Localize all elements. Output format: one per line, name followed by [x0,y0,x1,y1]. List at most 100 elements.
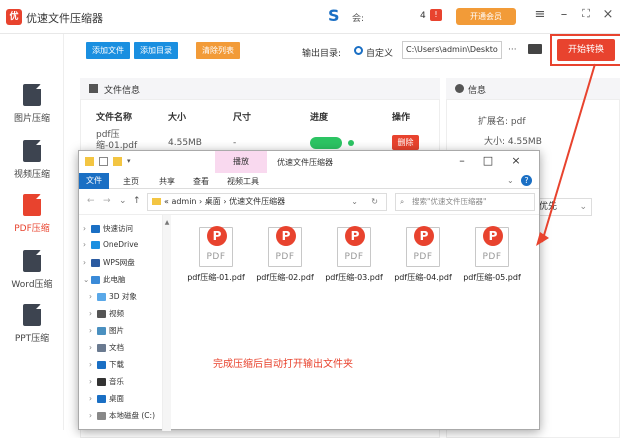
brand-mark-icon: S [328,6,340,25]
back-icon[interactable]: ← [87,196,95,206]
chevron-icon[interactable]: › [83,258,91,267]
pdf-file-item[interactable]: P PDF pdf压缩-05.pdf [459,226,525,307]
help-icon[interactable]: ? [521,175,532,186]
search-input[interactable]: ⌕ 搜索"优速文件压缩器" [395,193,535,211]
nav-item[interactable]: › 图片 [89,325,124,336]
chevron-icon[interactable]: › [83,224,91,233]
address-input[interactable]: « admin › 桌面 › 优速文件压缩器 ⌄ ↻ [147,193,387,211]
row-filename: pdf压缩-01.pdf [96,130,138,151]
notify-badge-icon[interactable]: ! [430,9,442,21]
nav-item[interactable]: › 桌面 [89,393,124,404]
nav-item[interactable]: › 快速访问 [83,223,133,234]
address-dropdown-icon[interactable]: ⌄ [351,194,358,210]
sidebar-item-label: 视频压缩 [13,170,50,180]
chevron-icon[interactable]: › [89,292,97,301]
file-info-title: 文件信息 [104,86,141,96]
chevron-icon[interactable]: › [89,377,97,386]
user-label[interactable]: 会: [352,11,364,24]
explorer-maximize-icon[interactable]: □ [481,154,495,167]
nav-item-icon [91,259,100,267]
pdf-file-icon: P PDF [475,226,509,267]
ribbon-expand-icon[interactable]: ⌄ [507,176,514,185]
output-path-input[interactable]: C:\Users\admin\Deskto [402,41,502,59]
ribbon-tab-file[interactable]: 文件 [79,173,109,189]
nav-item[interactable]: › 文档 [89,342,124,353]
auto-open-note: 完成压缩后自动打开输出文件夹 [213,359,353,370]
pdf-file-item[interactable]: P PDF pdf压缩-03.pdf [321,226,387,307]
sidebar-item-video[interactable]: 视频压缩 [0,134,64,190]
nav-item[interactable]: › WPS网盘 [83,257,135,268]
explorer-minimize-icon[interactable]: – [455,154,469,167]
close-icon[interactable]: × [600,7,616,22]
minimize-icon[interactable]: – [556,7,572,22]
delete-button[interactable]: 删除 [392,135,419,150]
open-folder-icon[interactable] [528,44,542,54]
nav-item[interactable]: › 本地磁盘 (C:) [89,410,155,421]
nav-item-icon [91,225,100,233]
ribbon-tab-home[interactable]: 主页 [123,176,139,187]
col-filename: 文件名称 [96,113,133,123]
chevron-icon[interactable]: › [83,240,91,249]
maximize-icon[interactable]: ⛶ [578,7,594,21]
chevron-icon[interactable]: ⌄ [83,275,91,284]
pdf-word: PDF [275,252,295,262]
scroll-up-icon[interactable]: ▲ [163,219,171,226]
vip-button[interactable]: 开通会员 [456,8,516,25]
explorer-window: ▾ 播放 优速文件压缩器 – □ × 文件 主页 共享 查看 视频工具 ⌄ ? … [78,150,540,431]
ribbon-tab-video-tools[interactable]: 视频工具 [227,176,259,187]
priority-select-value: 优先 [539,202,558,212]
pdf-file-icon [23,194,41,216]
nav-item[interactable]: › 音乐 [89,376,124,387]
pdf-file-item[interactable]: P PDF pdf压缩-04.pdf [390,226,456,307]
play-context-tab[interactable]: 播放 [215,151,267,173]
sidebar-item-label: PPT压缩 [14,334,50,344]
explorer-close-icon[interactable]: × [509,154,523,167]
nav-item[interactable]: › OneDrive [83,240,138,249]
nav-item[interactable]: › 视频 [89,308,124,319]
refresh-icon[interactable]: ↻ [371,194,378,210]
nav-item[interactable]: › 下载 [89,359,124,370]
forward-icon[interactable]: → [103,196,111,206]
sidebar-item-ppt[interactable]: PPT压缩 [0,298,64,354]
start-convert-button[interactable]: 开始转换 [557,39,615,61]
up-icon[interactable]: ↑ [133,196,141,206]
sidebar-item-pdf[interactable]: PDF压缩 [0,188,64,244]
custom-radio[interactable] [354,46,363,55]
add-file-button[interactable]: 添加文件 [86,42,130,59]
progress-toggle [310,137,342,149]
browse-more-button[interactable]: ··· [508,45,517,55]
ribbon-tab-share[interactable]: 共享 [159,176,175,187]
nav-item-label: 文档 [109,343,124,352]
chevron-icon[interactable]: › [89,343,97,352]
pdf-file-item[interactable]: P PDF pdf压缩-01.pdf [183,226,249,307]
recent-dropdown-icon[interactable]: ⌄ [119,196,127,206]
quick-access-dropdown-icon[interactable]: ▾ [127,157,136,166]
col-size: 大小 [168,113,187,123]
output-dir-label: 输出目录: [302,49,342,59]
menu-icon[interactable]: ≡ [532,7,548,22]
chevron-icon[interactable]: › [89,360,97,369]
chevron-icon[interactable]: › [89,326,97,335]
nav-item-icon [97,327,106,335]
chevron-icon[interactable]: › [89,394,97,403]
new-folder-icon[interactable] [113,157,122,166]
toolbar: 添加文件 添加目录 清除列表 输出目录: 自定义 C:\Users\admin\… [72,34,620,70]
add-dir-button[interactable]: 添加目录 [134,42,178,59]
clear-list-button[interactable]: 清除列表 [196,42,240,59]
ppt-file-icon [23,304,41,326]
pdf-file-item[interactable]: P PDF pdf压缩-02.pdf [252,226,318,307]
nav-scrollbar[interactable]: ▲ [163,215,171,431]
sidebar-item-image[interactable]: 图片压缩 [0,78,64,134]
ribbon-tab-view[interactable]: 查看 [193,176,209,187]
sidebar-item-word[interactable]: Word压缩 [0,244,64,300]
priority-select[interactable]: 优先 ⌄ [536,198,592,216]
pdf-badge: P [207,226,227,246]
custom-radio-label[interactable]: 自定义 [366,46,393,59]
nav-item[interactable]: ⌄ 此电脑 [83,274,126,285]
chevron-icon[interactable]: › [89,309,97,318]
nav-item[interactable]: › 3D 对象 [89,291,137,302]
pdf-word: PDF [413,252,433,262]
properties-icon[interactable] [99,157,108,166]
explorer-ribbon: 文件 主页 共享 查看 视频工具 ⌄ ? [79,173,539,189]
chevron-icon[interactable]: › [89,411,97,420]
